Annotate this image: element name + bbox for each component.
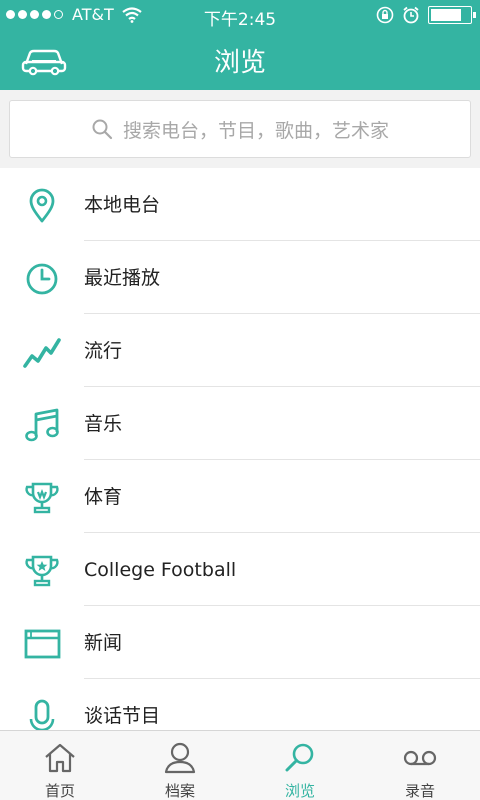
microphone-icon	[29, 699, 55, 730]
rotation-lock-icon	[376, 6, 394, 24]
home-icon	[45, 743, 75, 773]
list-item-recent[interactable]: 最近播放	[0, 241, 480, 314]
nav-bar: 浏览	[0, 30, 480, 90]
list-item-label: 流行	[84, 340, 123, 362]
tab-browse[interactable]: 浏览	[240, 731, 360, 800]
battery-icon	[428, 6, 476, 24]
search-input[interactable]: 搜索电台，节目，歌曲，艺术家	[9, 100, 471, 158]
location-pin-icon	[29, 188, 55, 223]
list-item-talk[interactable]: 谈话节目	[0, 679, 480, 730]
search-area: 搜索电台，节目，歌曲，艺术家	[0, 90, 480, 168]
tab-profile[interactable]: 档案	[120, 731, 240, 800]
browse-list: 本地电台 最近播放 流行 音乐 体育 College Football 新闻 谈…	[0, 168, 480, 730]
trophy-icon	[25, 482, 59, 514]
profile-icon	[164, 742, 196, 774]
list-item-label: 音乐	[84, 413, 123, 435]
tab-label: 浏览	[284, 782, 315, 800]
voicemail-icon	[403, 750, 437, 766]
list-item-music[interactable]: 音乐	[0, 387, 480, 460]
alarm-icon	[403, 6, 419, 24]
status-right	[376, 6, 476, 24]
list-item-label: 谈话节目	[84, 705, 161, 727]
status-bar: AT&T 下午2:45	[0, 0, 480, 30]
list-item-sports[interactable]: 体育	[0, 460, 480, 533]
browse-search-icon	[285, 743, 314, 772]
news-window-icon	[24, 629, 61, 659]
list-item-news[interactable]: 新闻	[0, 606, 480, 679]
list-item-trending[interactable]: 流行	[0, 314, 480, 387]
music-note-icon	[25, 408, 59, 442]
list-item-label: 本地电台	[84, 194, 161, 216]
list-item-college-football[interactable]: College Football	[0, 533, 480, 606]
list-item-label: 最近播放	[84, 267, 161, 289]
trending-icon	[23, 338, 61, 368]
page-title: 浏览	[213, 48, 266, 78]
tab-bar: 首页 档案 浏览 录音	[0, 730, 480, 800]
search-icon	[92, 119, 113, 140]
list-item-label: 体育	[84, 486, 123, 508]
battery-level	[431, 9, 461, 21]
search-placeholder: 搜索电台，节目，歌曲，艺术家	[122, 119, 389, 142]
tab-label: 首页	[44, 782, 75, 800]
tab-home[interactable]: 首页	[0, 731, 120, 800]
tab-label: 录音	[404, 782, 435, 800]
tab-recordings[interactable]: 录音	[360, 731, 480, 800]
list-item-label: College Football	[84, 559, 237, 581]
list-item-label: 新闻	[84, 632, 123, 654]
trophy-star-icon	[25, 555, 59, 587]
clock-icon	[26, 263, 58, 295]
tab-label: 档案	[164, 782, 195, 800]
list-item-local-radio[interactable]: 本地电台	[0, 168, 480, 241]
